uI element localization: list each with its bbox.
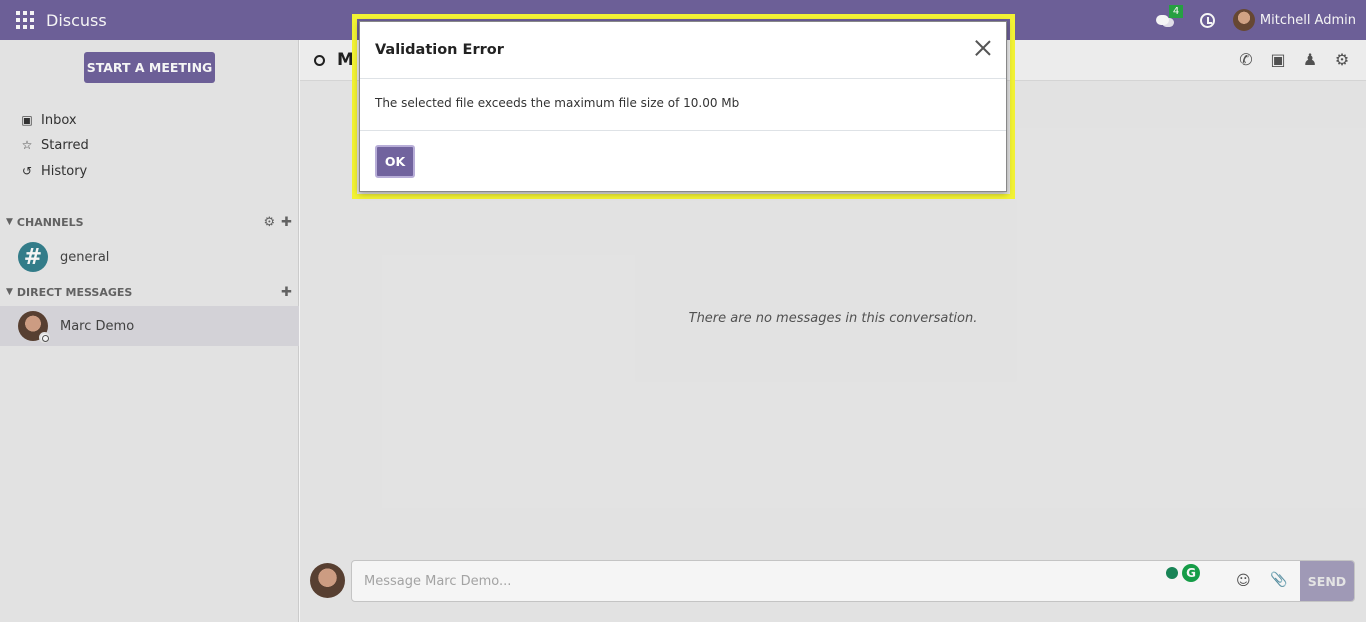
dialog-message: The selected file exceeds the maximum fi…	[375, 96, 740, 110]
ok-button[interactable]: OK	[375, 145, 415, 178]
close-icon[interactable]	[974, 39, 992, 57]
validation-error-dialog: Validation Error The selected file excee…	[359, 21, 1007, 192]
dialog-title: Validation Error	[375, 42, 504, 58]
divider	[360, 78, 1006, 79]
divider	[360, 130, 1006, 131]
